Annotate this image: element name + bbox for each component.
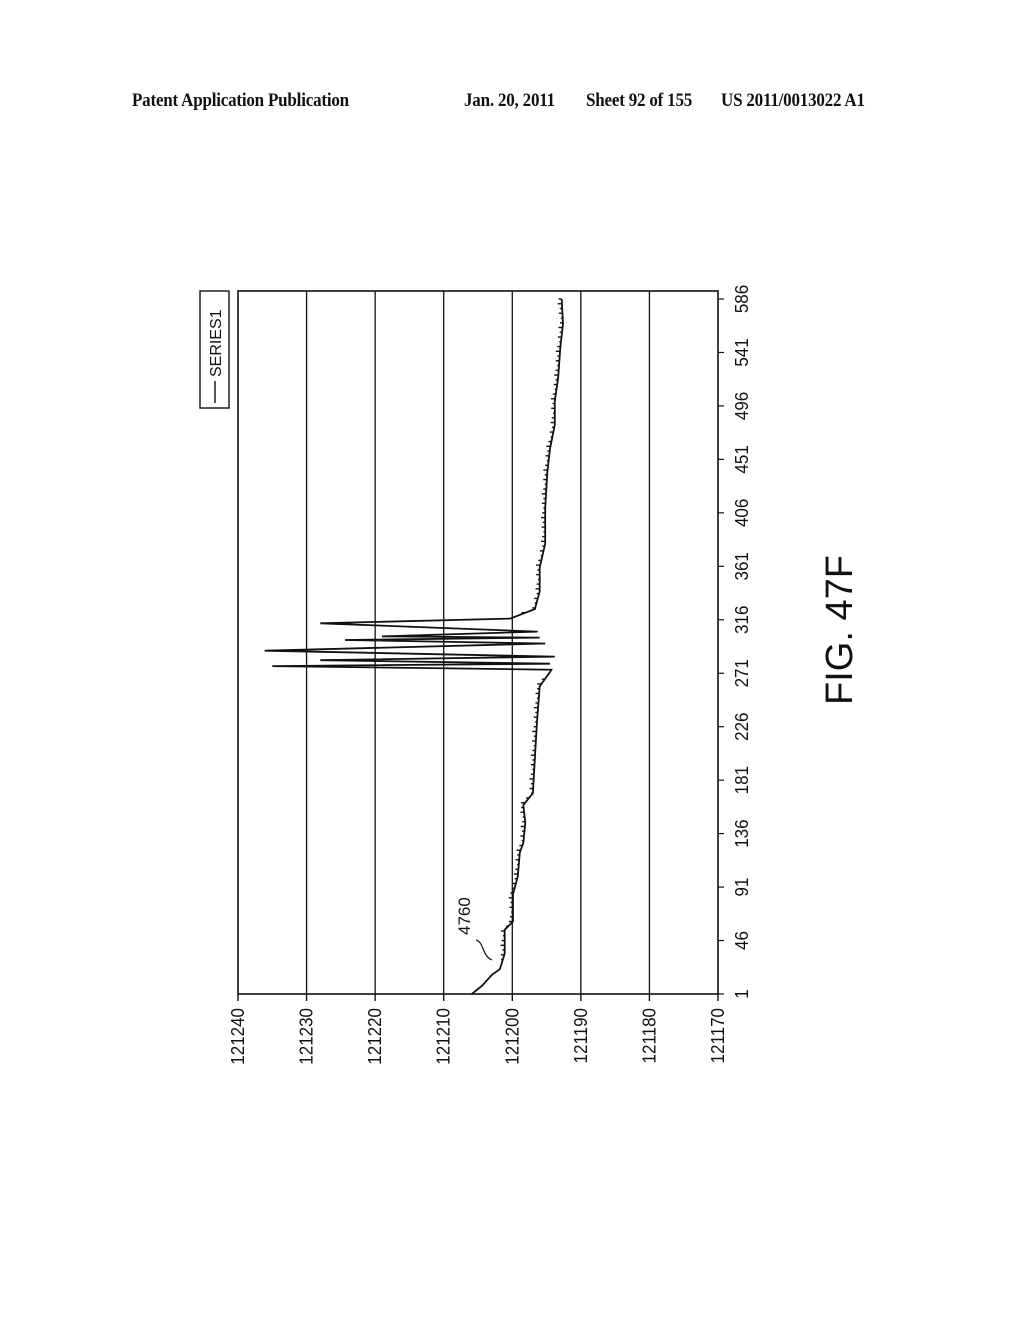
index-tick-label: 46 <box>731 931 752 950</box>
index-tick-label: 451 <box>731 445 752 473</box>
legend-label: SERIES1 <box>208 309 225 377</box>
value-tick-label: 121200 <box>502 1008 523 1065</box>
value-tick-label: 121230 <box>296 1008 317 1065</box>
index-tick-label: 271 <box>731 659 752 687</box>
x-axis-ticks: 1 46 91 136 181 226 271 316 361 406 451 496 541 586 <box>718 285 752 999</box>
series1-line <box>264 298 564 995</box>
value-tick-label: 121240 <box>227 1008 248 1065</box>
index-tick-label: 361 <box>731 552 752 580</box>
index-tick-label: 316 <box>731 606 752 634</box>
index-tick-label: 91 <box>731 878 752 897</box>
value-tick-label: 121170 <box>707 1008 728 1063</box>
value-tick-label: 121190 <box>570 1008 591 1063</box>
reference-leader-line <box>475 939 493 961</box>
index-tick-label: 136 <box>731 819 752 847</box>
index-tick-label: 1 <box>731 989 752 999</box>
index-tick-label: 226 <box>731 712 752 740</box>
index-tick-label: 586 <box>731 285 752 313</box>
index-tick-label: 541 <box>731 338 752 366</box>
reference-numeral: 4760 <box>455 897 474 935</box>
series1-noise-marks <box>500 298 563 961</box>
y-axis-ticks: 121240 121230 121220 121210 121200 121190 1211… <box>227 994 728 1065</box>
index-tick-label: 406 <box>731 499 752 527</box>
value-tick-label: 121180 <box>639 1008 660 1063</box>
chart: 1 46 91 136 181 226 271 316 361 406 451 496 541 586 1… <box>199 285 861 1065</box>
index-tick-label: 181 <box>731 766 752 794</box>
legend: SERIES1 <box>199 290 230 409</box>
figure-label: FIG. 47F <box>819 555 861 705</box>
index-tick-label: 496 <box>731 392 752 420</box>
value-tick-label: 121210 <box>433 1008 454 1065</box>
value-tick-label: 121220 <box>364 1008 385 1065</box>
